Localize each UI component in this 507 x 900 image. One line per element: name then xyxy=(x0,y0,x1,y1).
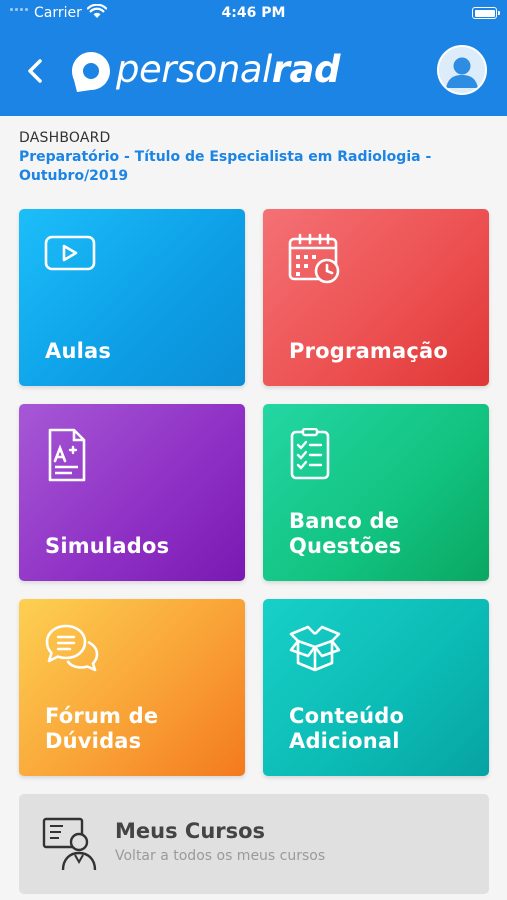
my-courses-button[interactable]: Meus Cursos Voltar a todos os meus curso… xyxy=(19,794,489,894)
my-courses-subtitle: Voltar a todos os meus cursos xyxy=(115,848,326,864)
tile-forum-duvidas[interactable]: Fórum de Dúvidas xyxy=(19,599,245,776)
app-header: Carrier 4:46 PM personalrad xyxy=(0,0,507,116)
checklist-icon xyxy=(290,428,330,480)
tile-programacao[interactable]: Programação xyxy=(263,209,489,386)
tile-conteudo-adicional[interactable]: Conteúdo Adicional xyxy=(263,599,489,776)
calendar-clock-icon xyxy=(288,233,340,284)
profile-button[interactable] xyxy=(437,45,487,95)
tile-simulados[interactable]: Simulados xyxy=(19,404,245,581)
clock-label: 4:46 PM xyxy=(221,5,286,21)
tile-banco-questoes[interactable]: Banco de Questões xyxy=(263,404,489,581)
chevron-left-icon[interactable] xyxy=(24,56,48,86)
logo-pin-icon xyxy=(72,52,110,92)
my-courses-title: Meus Cursos xyxy=(115,819,266,843)
tile-label: Aulas xyxy=(45,339,112,363)
breadcrumb: DASHBOARD Preparatório - Título de Espec… xyxy=(19,130,489,186)
exam-grade-icon xyxy=(48,428,86,482)
tile-label: Simulados xyxy=(45,534,170,558)
status-bar: Carrier 4:46 PM xyxy=(0,0,507,28)
breadcrumb-course[interactable]: Preparatório - Título de Especialista em… xyxy=(19,148,489,186)
user-avatar-icon xyxy=(439,47,485,93)
breadcrumb-section: DASHBOARD xyxy=(19,130,111,146)
logo-part2: rad xyxy=(271,48,341,91)
battery-icon xyxy=(472,7,500,19)
logo-wordmark: personalrad xyxy=(116,48,340,91)
tile-label: Conteúdo Adicional xyxy=(289,704,405,753)
video-play-icon xyxy=(44,235,96,271)
tile-label: Fórum de Dúvidas xyxy=(45,704,159,753)
tile-label: Programação xyxy=(289,339,449,363)
tile-aulas[interactable]: Aulas xyxy=(19,209,245,386)
logo-part1: personal xyxy=(116,48,272,91)
tile-label: Banco de Questões xyxy=(289,509,402,558)
online-teacher-icon xyxy=(42,817,97,871)
open-box-icon xyxy=(289,625,341,672)
chat-bubbles-icon xyxy=(45,624,99,672)
